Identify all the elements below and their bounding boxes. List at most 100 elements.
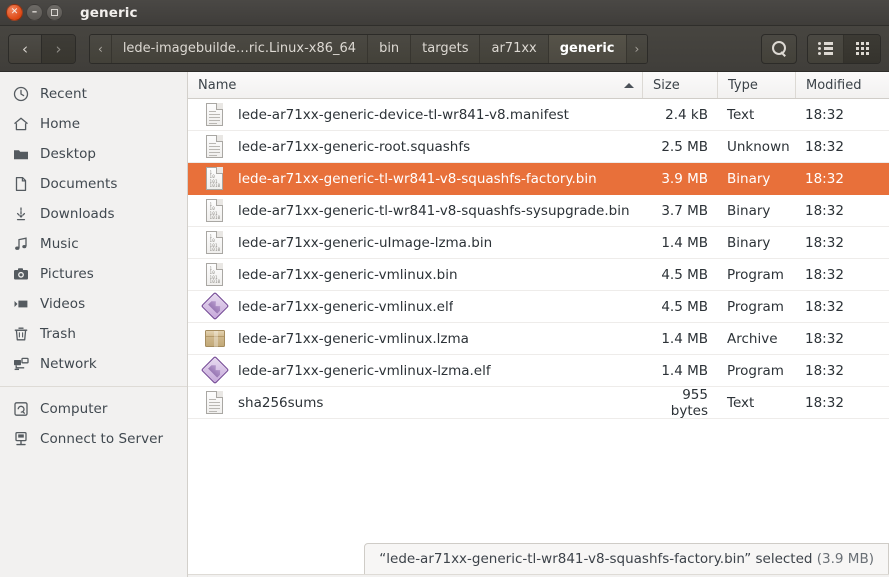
sidebar-item-label: Connect to Server <box>40 431 164 447</box>
table-row-selected[interactable]: 1 10 101 1010 lede-ar71xx-generic-tl-wr841-… <box>188 163 889 195</box>
breadcrumb-item-ar71xx[interactable]: ar71xx <box>480 34 549 63</box>
sort-ascending-icon <box>624 82 634 88</box>
table-row[interactable]: 1 10 101 1010 lede-ar71xx-generic-vmlinux.b… <box>188 259 889 291</box>
sidebar-item-label: Downloads <box>40 206 115 222</box>
file-modified-cell: 18:32 <box>805 106 844 123</box>
table-row[interactable]: lede-ar71xx-generic-vmlinux-lzma.elf 1.4… <box>188 355 889 387</box>
home-icon <box>12 116 29 133</box>
sidebar-item-desktop[interactable]: Desktop <box>0 139 187 169</box>
breadcrumb: ‹ lede-imagebuilde…ric.Linux-x86_64 bin … <box>89 33 649 64</box>
column-header-name[interactable]: Name <box>188 72 642 98</box>
file-size-cell: 3.7 MB <box>661 202 708 219</box>
navigation-buttons: ‹ › <box>8 33 76 64</box>
status-bar: “lede-ar71xx-generic-tl-wr841-v8-squashf… <box>188 540 889 577</box>
sidebar-item-documents[interactable]: Documents <box>0 169 187 199</box>
binary-file-icon: 1 10 101 1010 <box>204 262 226 288</box>
forward-button[interactable]: › <box>42 34 75 63</box>
title-bar: ✕ – generic <box>0 0 889 26</box>
sidebar-item-downloads[interactable]: Downloads <box>0 199 187 229</box>
file-type-cell: Archive <box>727 330 778 347</box>
breadcrumb-next-arrow[interactable]: › <box>626 34 648 63</box>
sidebar: Recent Home Desktop Documents Downloads … <box>0 72 188 577</box>
sidebar-item-home[interactable]: Home <box>0 109 187 139</box>
trash-icon <box>12 326 29 343</box>
file-size-cell: 4.5 MB <box>661 298 708 315</box>
sidebar-item-videos[interactable]: Videos <box>0 289 187 319</box>
file-size-cell: 4.5 MB <box>661 266 708 283</box>
table-row[interactable]: lede-ar71xx-generic-vmlinux.elf 4.5 MB P… <box>188 291 889 323</box>
sidebar-item-label: Network <box>40 356 97 372</box>
sidebar-item-network[interactable]: Network <box>0 349 187 379</box>
file-modified-cell: 18:32 <box>805 170 844 187</box>
file-modified-cell: 18:32 <box>805 298 844 315</box>
network-icon <box>12 356 29 373</box>
window-body: Recent Home Desktop Documents Downloads … <box>0 72 889 577</box>
sidebar-item-trash[interactable]: Trash <box>0 319 187 349</box>
back-button[interactable]: ‹ <box>9 34 42 63</box>
executable-file-icon <box>200 291 230 320</box>
table-row[interactable]: lede-ar71xx-generic-device-tl-wr841-v8.m… <box>188 99 889 131</box>
file-type-cell: Binary <box>727 234 771 251</box>
file-size-cell: 955 bytes <box>670 386 708 419</box>
column-header-modified[interactable]: Modified <box>795 72 889 98</box>
file-size-cell: 1.4 MB <box>661 234 708 251</box>
table-row[interactable]: sha256sums 955 bytes Text 18:32 <box>188 387 889 419</box>
column-header-size[interactable]: Size <box>642 72 717 98</box>
table-row[interactable]: 1 10 101 1010 lede-ar71xx-generic-uImage-lz… <box>188 227 889 259</box>
breadcrumb-item-generic[interactable]: generic <box>548 34 627 63</box>
sidebar-item-label: Recent <box>40 86 87 102</box>
folder-icon <box>12 146 29 163</box>
file-modified-cell: 18:32 <box>805 266 844 283</box>
file-name-cell: lede-ar71xx-generic-vmlinux.elf <box>188 291 642 320</box>
file-type-cell: Text <box>727 106 755 123</box>
file-modified-cell: 18:32 <box>805 138 844 155</box>
breadcrumb-item-bin[interactable]: bin <box>368 34 412 63</box>
search-button[interactable] <box>761 33 797 64</box>
text-file-icon <box>204 390 226 416</box>
column-header-type[interactable]: Type <box>717 72 795 98</box>
binary-file-icon: 1 10 101 1010 <box>204 166 226 192</box>
sidebar-item-pictures[interactable]: Pictures <box>0 259 187 289</box>
music-note-icon <box>12 236 29 253</box>
status-selection-size: (3.9 MB) <box>816 550 874 567</box>
sidebar-item-recent[interactable]: Recent <box>0 79 187 109</box>
minimize-button[interactable]: – <box>26 4 43 21</box>
file-modified-cell: 18:32 <box>805 234 844 251</box>
file-type-cell: Binary <box>727 202 771 219</box>
camera-icon <box>12 266 29 283</box>
sidebar-item-music[interactable]: Music <box>0 229 187 259</box>
server-icon <box>12 431 29 448</box>
sidebar-item-label: Home <box>40 116 81 132</box>
maximize-button[interactable] <box>46 4 63 21</box>
breadcrumb-prev-arrow[interactable]: ‹ <box>90 34 112 63</box>
sidebar-item-computer[interactable]: Computer <box>0 394 187 424</box>
file-type-cell: Unknown <box>727 138 790 155</box>
file-name-cell: sha256sums <box>188 390 642 416</box>
file-type-cell: Program <box>727 266 784 283</box>
binary-file-icon: 1 10 101 1010 <box>204 230 226 256</box>
grid-view-button[interactable] <box>844 34 880 63</box>
sidebar-item-connect-to-server[interactable]: Connect to Server <box>0 424 187 454</box>
table-row[interactable]: lede-ar71xx-generic-root.squashfs 2.5 MB… <box>188 131 889 163</box>
toolbar: ‹ › ‹ lede-imagebuilde…ric.Linux-x86_64 … <box>0 26 889 72</box>
close-button[interactable]: ✕ <box>6 4 23 21</box>
binary-file-icon: 1 10 101 1010 <box>204 198 226 224</box>
text-file-icon <box>204 102 226 128</box>
file-size-cell: 2.5 MB <box>661 138 708 155</box>
table-row[interactable]: lede-ar71xx-generic-vmlinux.lzma 1.4 MB … <box>188 323 889 355</box>
video-icon <box>12 296 29 313</box>
view-mode-toggle <box>807 33 881 64</box>
file-size-cell: 2.4 kB <box>665 106 708 123</box>
file-size-cell: 3.9 MB <box>661 170 708 187</box>
text-file-icon <box>204 134 226 160</box>
breadcrumb-item-imagebuilder[interactable]: lede-imagebuilde…ric.Linux-x86_64 <box>111 34 369 63</box>
list-view-button[interactable] <box>808 34 844 63</box>
file-manager-window: ✕ – generic ‹ › ‹ lede-imagebuilde…ric.L… <box>0 0 889 577</box>
sidebar-item-label: Music <box>40 236 79 252</box>
status-selection-info: “lede-ar71xx-generic-tl-wr841-v8-squashf… <box>364 542 889 575</box>
breadcrumb-item-targets[interactable]: targets <box>411 34 481 63</box>
file-pane: Name Size Type Modified lede-ar71xx-gene… <box>188 72 889 577</box>
table-row[interactable]: 1 10 101 1010 lede-ar71xx-generic-tl-wr841-… <box>188 195 889 227</box>
sidebar-item-label: Computer <box>40 401 108 417</box>
archive-file-icon <box>204 326 226 352</box>
